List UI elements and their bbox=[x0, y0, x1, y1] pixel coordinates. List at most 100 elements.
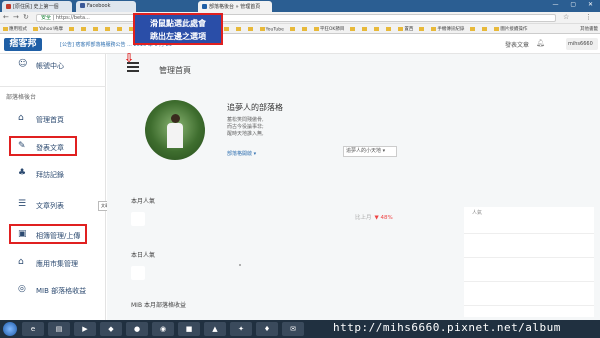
folder-icon bbox=[223, 26, 229, 31]
avatar[interactable] bbox=[145, 100, 205, 160]
bookmark-item[interactable]: YouTube bbox=[259, 26, 284, 32]
sidebar-item-account[interactable]: ☺ 帳號中心 bbox=[0, 56, 106, 74]
folder-icon bbox=[301, 26, 307, 31]
user-badge[interactable]: mihs6660 bbox=[566, 38, 598, 50]
month-compare: 比上月 ▼ 48% bbox=[355, 213, 393, 221]
highlight-album bbox=[9, 224, 87, 244]
mib-revenue-label: MIB 本月部落格收益 bbox=[131, 302, 186, 309]
sidebar-section-title: 部落格後台 bbox=[6, 94, 37, 101]
bookmark-item[interactable] bbox=[93, 26, 99, 33]
bookmark-item[interactable] bbox=[362, 26, 368, 33]
bookmark-item[interactable] bbox=[117, 26, 123, 33]
tab-3-active[interactable]: 部落格後台 » 管理首頁 bbox=[198, 1, 272, 12]
taskbar-app-chrome[interactable]: ◉ bbox=[152, 322, 174, 336]
taskbar-app-folder[interactable]: ▤ bbox=[48, 322, 70, 336]
grid-line bbox=[464, 257, 594, 258]
publish-link[interactable]: 發表文章 bbox=[505, 40, 529, 49]
menu-icon[interactable]: ⋮ bbox=[585, 13, 592, 21]
bookmark-item[interactable] bbox=[301, 26, 308, 33]
compare-value: ▼ 48% bbox=[374, 215, 393, 221]
bookmark-item[interactable] bbox=[247, 26, 254, 33]
blog-name[interactable]: 追夢人的部落格 bbox=[227, 102, 283, 113]
bookmark-item[interactable] bbox=[350, 26, 356, 33]
taskbar-app-5[interactable]: ✦ bbox=[230, 322, 252, 336]
tab-2[interactable]: Facebook bbox=[76, 1, 136, 12]
bookmark-item[interactable] bbox=[482, 26, 488, 33]
bookmark-item[interactable]: 平狂OK節目 bbox=[313, 26, 344, 32]
taskbar-app-media[interactable]: ▶ bbox=[74, 322, 96, 336]
site-logo[interactable]: 痞客邦 bbox=[4, 38, 42, 51]
taskbar-app-3[interactable]: ■ bbox=[178, 322, 200, 336]
browser-tabbar: [原住民] 史上第一個 Facebook 部落格後台 » 管理首頁 — ▢ ✕ bbox=[0, 0, 600, 12]
bookmark-item[interactable] bbox=[81, 26, 87, 33]
folder-icon bbox=[259, 26, 265, 31]
forward-icon[interactable]: → bbox=[13, 13, 19, 21]
bookmark-item[interactable] bbox=[470, 26, 476, 33]
watermark-text: http://mihs6660.pixnet.net/album bbox=[333, 321, 561, 334]
reload-icon[interactable]: ↻ bbox=[23, 13, 29, 21]
chart-point bbox=[239, 264, 241, 266]
folder-icon bbox=[81, 26, 87, 31]
sidebar-item-mib[interactable]: ◎ MIB 部落格收益 bbox=[0, 281, 106, 299]
folder-icon bbox=[494, 26, 500, 31]
month-views-label: 本月人氣 bbox=[131, 198, 156, 205]
footprint-icon: ♣ bbox=[18, 168, 27, 178]
bookmark-item[interactable] bbox=[235, 26, 242, 33]
back-icon[interactable]: ← bbox=[3, 13, 9, 21]
sidebar-item-articles[interactable]: ☰ 文章列表 bbox=[0, 196, 106, 214]
bookmark-item[interactable] bbox=[374, 26, 380, 33]
folder-icon bbox=[419, 26, 425, 31]
taskbar-app-7[interactable]: ✉ bbox=[282, 322, 304, 336]
sidebar: ☺ 帳號中心 部落格後台 ⌂ 管理首頁 ✎ 發表文章 ♣ 拜訪記錄 ☰ 文章列表… bbox=[0, 54, 106, 320]
star-icon[interactable]: ☆ bbox=[563, 13, 569, 21]
sidebar-item-label: 帳號中心 bbox=[36, 62, 64, 70]
sidebar-item-home[interactable]: ⌂ 管理首頁 bbox=[0, 110, 106, 128]
taskbar-app-2[interactable]: ● bbox=[126, 322, 148, 336]
bookmark-item[interactable] bbox=[386, 26, 392, 33]
grid-line bbox=[464, 233, 594, 234]
highlight-publish bbox=[9, 136, 77, 156]
other-bookmarks[interactable]: 其他書籤 bbox=[580, 26, 598, 32]
bookmark-label: 應用程式 bbox=[9, 27, 27, 32]
secure-label: 安全 bbox=[41, 15, 52, 21]
folder-icon bbox=[3, 26, 8, 31]
url-text: https://beta... bbox=[55, 15, 90, 21]
sidebar-item-label: 拜訪記錄 bbox=[36, 171, 64, 179]
user-icon: ☺ bbox=[18, 59, 28, 69]
bookmark-item[interactable]: 置西 bbox=[398, 26, 413, 32]
folder-icon bbox=[289, 26, 295, 31]
window-controls[interactable]: — ▢ ✕ bbox=[552, 1, 598, 8]
list-icon: ☰ bbox=[18, 199, 27, 209]
sidebar-item-label: 應用市集管理 bbox=[36, 260, 78, 268]
sidebar-item-label: 管理首頁 bbox=[36, 116, 64, 124]
sidebar-item-visits[interactable]: ♣ 拜訪記錄 bbox=[0, 165, 106, 183]
url-input[interactable]: 安全 | https://beta... bbox=[36, 14, 556, 22]
bookmark-item[interactable] bbox=[289, 26, 296, 33]
tab-1[interactable]: [原住民] 史上第一個 bbox=[2, 1, 72, 12]
bookmark-item[interactable] bbox=[419, 26, 425, 33]
blog-category-link[interactable]: 部落格開啟 ▾ bbox=[227, 150, 256, 157]
annotation-line-2: 跳出左邊之選項 bbox=[150, 32, 206, 41]
taskbar-app-6[interactable]: ♦ bbox=[256, 322, 278, 336]
start-button[interactable] bbox=[3, 322, 17, 336]
bookmark-item[interactable]: 手機傳訊紀錄 bbox=[431, 26, 464, 32]
bookmark-item[interactable]: 應用程式 bbox=[3, 26, 27, 32]
bookmark-item[interactable] bbox=[223, 26, 230, 33]
bookmark-label: 置西 bbox=[404, 27, 414, 32]
taskbar-app-1[interactable]: ◆ bbox=[100, 322, 122, 336]
grid-line bbox=[464, 305, 594, 306]
taskbar-app-ie[interactable]: e bbox=[22, 322, 44, 336]
folder-icon bbox=[105, 26, 111, 31]
bookmark-item[interactable]: 圖片接續操作 bbox=[494, 26, 527, 32]
bookmark-label: Yahoo!奇摩 bbox=[39, 27, 64, 32]
chart-title: 人氣 bbox=[472, 210, 483, 216]
folder-icon bbox=[69, 26, 75, 31]
bell-icon[interactable]: 🔔︎ bbox=[536, 39, 545, 47]
sidebar-item-appstore[interactable]: ⌂ 應用市集管理 bbox=[0, 254, 106, 272]
blog-select[interactable]: 追夢人的小天地 ▾ bbox=[343, 146, 397, 157]
bookmark-item[interactable] bbox=[69, 26, 75, 33]
bookmark-item[interactable]: Yahoo!奇摩 bbox=[33, 26, 63, 32]
bookmark-item[interactable] bbox=[105, 26, 111, 33]
taskbar-app-4[interactable]: ▲ bbox=[204, 322, 226, 336]
annotation-callout: 滑鼠點選此處會 跳出左邊之選項 bbox=[133, 13, 223, 45]
